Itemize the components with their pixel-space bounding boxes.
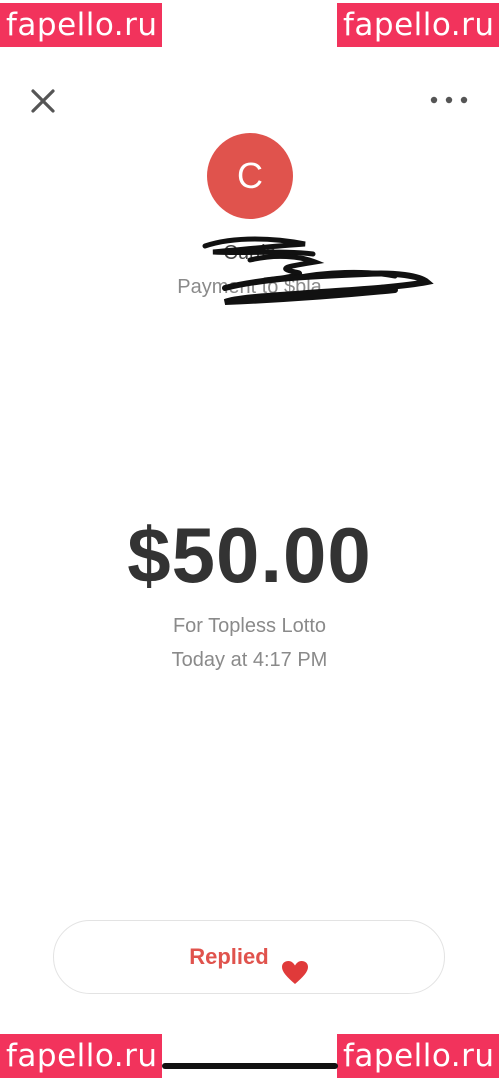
payment-recipient-line: Payment to $bla xyxy=(177,276,322,298)
more-horizontal-icon xyxy=(430,96,468,104)
close-icon xyxy=(31,89,55,113)
recipient-name: Curtis xyxy=(223,242,276,264)
more-options-button[interactable] xyxy=(429,86,469,114)
payment-time: Today at 4:17 PM xyxy=(171,649,328,671)
watermark-bottom-left: fapello.ru xyxy=(0,1034,162,1078)
avatar[interactable]: C xyxy=(207,133,293,219)
watermark-bottom-right: fapello.ru xyxy=(337,1034,499,1078)
replied-label: Replied xyxy=(189,944,269,969)
payment-amount: $50.00 xyxy=(127,511,372,599)
watermark-top-right: fapello.ru xyxy=(337,3,499,47)
payment-note: For Topless Lotto xyxy=(172,615,327,637)
close-button[interactable] xyxy=(27,85,59,117)
heart-icon xyxy=(281,943,309,985)
replied-button[interactable]: Replied xyxy=(53,920,445,994)
watermark-top-left: fapello.ru xyxy=(0,3,162,47)
home-indicator[interactable] xyxy=(162,1063,338,1069)
